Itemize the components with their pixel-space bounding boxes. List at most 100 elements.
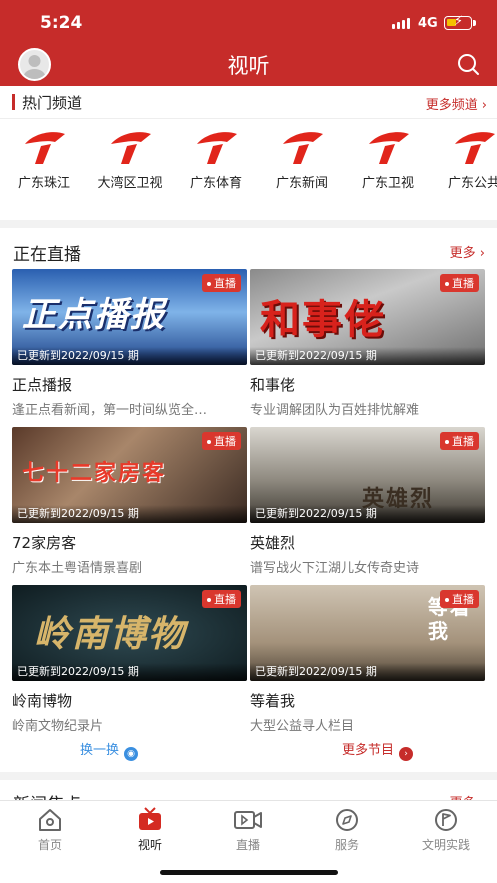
updated-label: 已更新到2022/09/15 期 bbox=[12, 505, 247, 523]
tab-label: 直播 bbox=[235, 838, 260, 852]
channel-label: 广东公共 bbox=[447, 176, 497, 191]
updated-label: 已更新到2022/09/15 期 bbox=[12, 663, 247, 681]
tab-home[interactable]: 首页 bbox=[10, 807, 90, 853]
live-badge-label: 直播 bbox=[452, 435, 474, 448]
program-thumbnail: 英雄烈 直播 已更新到2022/09/15 期 bbox=[250, 427, 485, 523]
tab-label: 视听 bbox=[137, 838, 162, 852]
chevron-right-icon: › bbox=[481, 98, 487, 113]
program-title: 等着我 bbox=[250, 692, 296, 710]
program-card[interactable]: 七十二家房客 直播 已更新到2022/09/15 期 72家房客 广东本土粤语情… bbox=[12, 427, 247, 576]
channel-label: 广东珠江 bbox=[17, 176, 70, 191]
tab-civilization-practice[interactable]: 文明实践 bbox=[406, 807, 486, 853]
video-camera-icon bbox=[234, 811, 262, 829]
tab-audiovisual[interactable]: 视听 bbox=[110, 807, 190, 853]
channel-label: 广东新闻 bbox=[275, 176, 328, 191]
gdtv-logo-icon bbox=[283, 132, 323, 164]
channel-label: 广东体育 bbox=[189, 176, 242, 191]
hot-channels-section: 热门频道 更多频道 › 广东珠江 大湾区卫视 广东体育 广东新闻 广东卫视 广东公… bbox=[0, 86, 497, 220]
gdtv-logo-icon bbox=[111, 132, 151, 164]
channel-label: 广东卫视 bbox=[361, 176, 414, 191]
gdtv-logo-icon bbox=[25, 132, 65, 164]
gdtv-logo-icon bbox=[455, 132, 495, 164]
program-title: 和事佬 bbox=[250, 376, 296, 394]
program-thumbnail: 和事佬 直播 已更新到2022/09/15 期 bbox=[250, 269, 485, 365]
more-channels-label: 更多频道 bbox=[425, 98, 478, 113]
program-title: 正点播报 bbox=[12, 376, 73, 394]
arrow-right-icon: › bbox=[399, 747, 414, 761]
search-icon[interactable] bbox=[456, 52, 482, 78]
shuffle-label: 换一换 bbox=[80, 743, 120, 758]
program-card[interactable]: 正点播报 直播 已更新到2022/09/15 期 正点播报 逢正点看新闻，第一时… bbox=[12, 269, 247, 418]
compass-icon bbox=[336, 809, 358, 831]
program-title: 72家房客 bbox=[12, 534, 77, 552]
updated-label: 已更新到2022/09/15 期 bbox=[250, 347, 485, 365]
home-indicator[interactable] bbox=[160, 870, 338, 875]
channel-item[interactable]: 广东珠江 bbox=[4, 130, 84, 191]
live-section: 正在直播 更多 › 正点播报 直播 已更新到2022/09/15 期 正点播报 … bbox=[0, 228, 497, 772]
tab-label: 文明实践 bbox=[421, 838, 470, 852]
program-desc: 大型公益寻人栏目 bbox=[250, 719, 355, 734]
live-title: 正在直播 bbox=[13, 245, 81, 265]
channel-label: 大湾区卫视 bbox=[97, 176, 163, 191]
hot-channels-title: 热门频道 bbox=[22, 94, 83, 112]
more-channels-link[interactable]: 更多频道 › bbox=[426, 94, 487, 113]
live-badge: 直播 bbox=[440, 274, 479, 292]
channel-item[interactable]: 广东卫视 bbox=[348, 130, 428, 191]
program-desc: 专业调解团队为百姓排忧解难 bbox=[250, 403, 420, 418]
channel-item[interactable]: 大湾区卫视 bbox=[90, 130, 170, 191]
tab-live[interactable]: 直播 bbox=[208, 807, 288, 853]
live-badge: 直播 bbox=[202, 432, 241, 450]
tv-icon bbox=[139, 807, 161, 830]
program-desc: 谱写战火下江湖儿女传奇史诗 bbox=[250, 561, 420, 576]
live-badge-label: 直播 bbox=[214, 277, 236, 290]
program-thumbnail: 正点播报 直播 已更新到2022/09/15 期 bbox=[12, 269, 247, 365]
live-more-link[interactable]: 更多 › bbox=[450, 242, 485, 261]
program-card[interactable]: 岭南博物 直播 已更新到2022/09/15 期 岭南博物 岭南文物纪录片 bbox=[12, 585, 247, 734]
hot-channels-header: 热门频道 更多频道 › bbox=[0, 86, 497, 118]
updated-label: 已更新到2022/09/15 期 bbox=[250, 505, 485, 523]
channel-item[interactable]: 广东公共 bbox=[434, 130, 497, 191]
program-card[interactable]: 等着我 直播 已更新到2022/09/15 期 等着我 大型公益寻人栏目 bbox=[250, 585, 485, 734]
live-actions: 换一换 ◉ 更多节目 › bbox=[0, 734, 497, 764]
channel-item[interactable]: 广东体育 bbox=[176, 130, 256, 191]
program-card[interactable]: 英雄烈 直播 已更新到2022/09/15 期 英雄烈 谱写战火下江湖儿女传奇史… bbox=[250, 427, 485, 576]
program-title: 岭南博物 bbox=[12, 692, 73, 710]
flag-icon bbox=[435, 809, 457, 831]
updated-label: 已更新到2022/09/15 期 bbox=[12, 347, 247, 365]
signal-icon bbox=[392, 18, 410, 29]
more-programs-button[interactable]: 更多节目 › bbox=[342, 739, 414, 761]
live-badge-label: 直播 bbox=[452, 277, 474, 290]
program-thumbnail: 等着我 直播 已更新到2022/09/15 期 bbox=[250, 585, 485, 681]
channel-list: 广东珠江 大湾区卫视 广东体育 广东新闻 广东卫视 广东公共 bbox=[0, 130, 497, 200]
network-label: 4G bbox=[418, 16, 438, 31]
program-desc: 逢正点看新闻，第一时间纵览全… bbox=[12, 403, 208, 418]
program-desc: 广东本土粤语情景喜剧 bbox=[12, 561, 143, 576]
live-badge-label: 直播 bbox=[214, 593, 236, 606]
gdtv-logo-icon bbox=[369, 132, 409, 164]
page-title: 视听 bbox=[227, 54, 270, 78]
program-title: 英雄烈 bbox=[250, 534, 296, 552]
gdtv-logo-icon bbox=[197, 132, 237, 164]
channel-item[interactable]: 广东新闻 bbox=[262, 130, 342, 191]
program-thumbnail: 岭南博物 直播 已更新到2022/09/15 期 bbox=[12, 585, 247, 681]
live-badge-label: 直播 bbox=[214, 435, 236, 448]
program-desc: 岭南文物纪录片 bbox=[12, 719, 104, 734]
live-badge: 直播 bbox=[440, 432, 479, 450]
tab-label: 首页 bbox=[37, 838, 62, 852]
live-more-label: 更多 bbox=[449, 246, 476, 261]
header-bar: 视听 bbox=[0, 46, 497, 86]
home-icon bbox=[39, 809, 61, 831]
divider bbox=[0, 118, 497, 119]
chevron-right-icon: › bbox=[479, 246, 485, 261]
status-time: 5:24 bbox=[40, 13, 83, 33]
eye-icon: ◉ bbox=[124, 747, 139, 761]
status-bar: 5:24 4G ⚡ bbox=[0, 0, 497, 46]
tab-service[interactable]: 服务 bbox=[307, 807, 387, 853]
more-programs-label: 更多节目 bbox=[342, 743, 395, 758]
section-marker bbox=[12, 94, 15, 110]
thumbnail-art-text: 七十二家房客 bbox=[22, 461, 167, 486]
program-card[interactable]: 和事佬 直播 已更新到2022/09/15 期 和事佬 专业调解团队为百姓排忧解… bbox=[250, 269, 485, 418]
thumbnail-art-text: 和事佬 bbox=[260, 297, 386, 343]
shuffle-button[interactable]: 换一换 ◉ bbox=[80, 739, 139, 761]
thumbnail-art-text: 岭南博物 bbox=[34, 614, 187, 655]
